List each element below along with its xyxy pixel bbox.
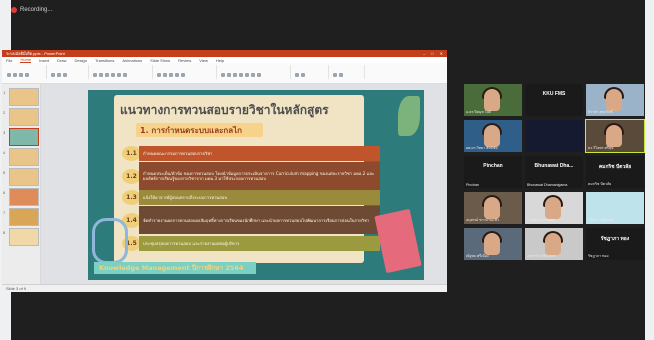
participant-video — [606, 89, 622, 111]
participant-name: อนุสรณ์ ชาวบ้านแพ้ว — [466, 218, 500, 222]
item-text: กำหนดประเด็น/หัวข้อ ของการทวนสอบ โดยนำข้… — [139, 162, 380, 190]
ppt-title-bar: ระบบมัลติมีเดีย.pptx - PowerPoint – □ ✕ — [2, 50, 447, 57]
participant-tile[interactable]: Pinchan Pinchan — [464, 156, 522, 188]
notebook-decoration-icon — [374, 208, 422, 274]
ribbon-group-editing[interactable] — [294, 65, 329, 79]
participant-name: ณัฐพล ศรีเมือง — [466, 254, 489, 258]
participant-video — [484, 89, 500, 111]
participant-tile[interactable]: เพชรรัตน์ ชัยมงคล — [525, 228, 583, 260]
close-icon[interactable]: ✕ — [440, 51, 443, 56]
leaf-decoration-icon — [398, 96, 420, 136]
checklist-item: 1.4 จัดทำรายงานผลการทวนสอบผลสัมฤทธิ์ทางกา… — [122, 206, 380, 234]
current-slide[interactable]: แนวทางการทวนสอบรายวิชาในหลักสูตร 1. การก… — [88, 90, 424, 280]
slide-status-text: Slide 3 of 9 — [6, 286, 27, 291]
record-dot-icon — [11, 7, 17, 13]
participant-tile[interactable]: ณัฐพล ศรีเมือง — [464, 228, 522, 260]
participant-tile[interactable]: คมกริช ปัตวลัย คมกริช ปัตวลัย — [586, 156, 644, 188]
participant-tile[interactable] — [525, 120, 583, 152]
participant-video — [545, 197, 561, 219]
checklist-item: 1.5 ประชุมสรุปผลการทวนสอบ และรายงานผลต่อผ… — [122, 236, 380, 251]
slide-thumbnail[interactable] — [9, 208, 39, 226]
participant-name: Bhunawat Dhamanigama — [527, 183, 568, 187]
ppt-menu-item[interactable]: Insert — [39, 58, 49, 63]
slide-thumbnail[interactable] — [9, 148, 39, 166]
item-text: กำหนดคณะกรรมการทวนสอบรายวิชา — [139, 146, 380, 161]
slide-thumbnail[interactable] — [9, 88, 39, 106]
participant-name: ดร.วิไลพร ศรีสุข — [588, 146, 614, 150]
ppt-menu-item[interactable]: Review — [178, 58, 191, 63]
participant-tile[interactable]: กาญจนา นาคสกุล — [525, 192, 583, 224]
paperclip-decoration-icon — [92, 218, 128, 264]
participant-tile[interactable]: จิราพร สุขสวัสดิ์ — [586, 84, 644, 116]
ppt-menu-item[interactable]: View — [199, 58, 208, 63]
checklist-item: 1.1 กำหนดคณะกรรมการทวนสอบรายวิชา — [122, 146, 380, 161]
participant-name: จิราพร สุขสวัสดิ์ — [588, 110, 613, 114]
slide-thumbnail[interactable] — [9, 168, 39, 186]
participant-video — [484, 125, 500, 147]
participant-tile[interactable]: รัชฎาภา ทอง รัชฎาภา ทอง — [586, 228, 644, 260]
ribbon-group-paragraph[interactable] — [156, 65, 217, 79]
participant-display-name: คมกริช ปัตวลัย — [598, 164, 632, 170]
checklist-item: 1.3 แจ้งให้อาจารย์ผู้สอนทราบถึงระบบการทวน… — [122, 190, 380, 205]
participant-name: ผศ.ดร.วิทยา สิทธิชัย — [466, 146, 498, 150]
participant-name: Pinchan — [466, 183, 479, 187]
slide-thumbnail[interactable] — [9, 108, 39, 126]
ppt-menu-item[interactable]: Animations — [122, 58, 142, 63]
slide-thumbnail-selected[interactable] — [9, 128, 39, 146]
item-text: ประชุมสรุปผลการทวนสอบ และรายงานผลต่อผู้บ… — [139, 236, 380, 251]
participant-tile[interactable]: ปวีณา วงศ์ทองดี — [586, 192, 644, 224]
participant-display-name: KKU FMS — [542, 91, 566, 97]
participant-tile[interactable]: ผศ.ดร.วิทยา สิทธิชัย — [464, 120, 522, 152]
ppt-menu-item[interactable]: Design — [74, 58, 86, 63]
participant-tile[interactable]: ดร.วิไลพร ศรีสุข — [585, 119, 645, 153]
participant-video — [545, 233, 561, 255]
participant-tile[interactable]: KKU FMS — [525, 84, 583, 116]
slide-title: แนวทางการทวนสอบรายวิชาในหลักสูตร — [120, 103, 329, 117]
ppt-status-bar: Slide 3 of 9 — [2, 284, 447, 292]
ppt-title-text: ระบบมัลติมีเดีย.pptx - PowerPoint — [6, 51, 65, 56]
recording-label: Recording... — [20, 7, 53, 13]
ribbon-group-font[interactable] — [92, 65, 153, 79]
section-heading: 1. การกำหนดระบบและกลไก — [136, 123, 263, 137]
ppt-menu-item[interactable]: Draw — [57, 58, 66, 63]
item-text: จัดทำรายงานผลการทวนสอบผลสัมฤทธิ์ทางการเร… — [139, 206, 380, 234]
participant-tile[interactable]: Bhunawat Dha... Bhunawat Dhamanigama — [525, 156, 583, 188]
participant-display-name: Bhunawat Dha... — [534, 163, 574, 169]
slide-thumbnail[interactable] — [9, 228, 39, 246]
footer-banner: Knowledge Management ปีการศึกษา 2564 — [94, 262, 256, 274]
maximize-icon[interactable]: □ — [431, 51, 433, 56]
participant-video — [484, 233, 500, 255]
participant-name: รัชฎาภา ทอง — [588, 254, 609, 258]
participant-display-name: รัชฎาภา ทอง — [600, 236, 630, 242]
slide-thumbnail[interactable] — [9, 188, 39, 206]
ribbon-group-drawing[interactable] — [220, 65, 291, 79]
participant-tile[interactable]: อนุสรณ์ ชาวบ้านแพ้ว — [464, 192, 522, 224]
ppt-menu-item[interactable]: Help — [216, 58, 224, 63]
checklist-item: 1.2 กำหนดประเด็น/หัวข้อ ของการทวนสอบ โดยน… — [122, 162, 380, 190]
participant-name: อ.ดร.ปิยนุช ใจดี — [466, 110, 491, 114]
ppt-menu-item[interactable]: Slide Show — [150, 58, 170, 63]
ppt-menu-item[interactable]: File — [6, 58, 12, 63]
recording-indicator[interactable]: Recording... — [11, 4, 52, 16]
participant-name: ปวีณา วงศ์ทองดี — [588, 218, 614, 222]
participant-tile[interactable]: อ.ดร.ปิยนุช ใจดี — [464, 84, 522, 116]
item-text: แจ้งให้อาจารย์ผู้สอนทราบถึงระบบการทวนสอบ — [139, 190, 380, 205]
participant-name: กาญจนา นาคสกุล — [527, 218, 556, 222]
minimize-icon[interactable]: – — [423, 51, 425, 56]
ppt-menu-item[interactable]: Transitions — [95, 58, 114, 63]
participant-video — [606, 125, 622, 147]
participant-display-name: Pinchan — [483, 163, 503, 169]
participant-name: คมกริช ปัตวลัย — [588, 182, 612, 186]
ribbon-group-slides[interactable] — [50, 65, 89, 79]
slide-thumbnails-pane: 1 2 3 4 5 6 7 8 — [2, 84, 41, 284]
ppt-ribbon — [2, 63, 447, 84]
ribbon-group-designer[interactable] — [332, 65, 365, 79]
ribbon-group-clipboard[interactable] — [6, 65, 47, 79]
participant-name: เพชรรัตน์ ชัยมงคล — [527, 254, 556, 258]
participant-video — [484, 197, 500, 219]
